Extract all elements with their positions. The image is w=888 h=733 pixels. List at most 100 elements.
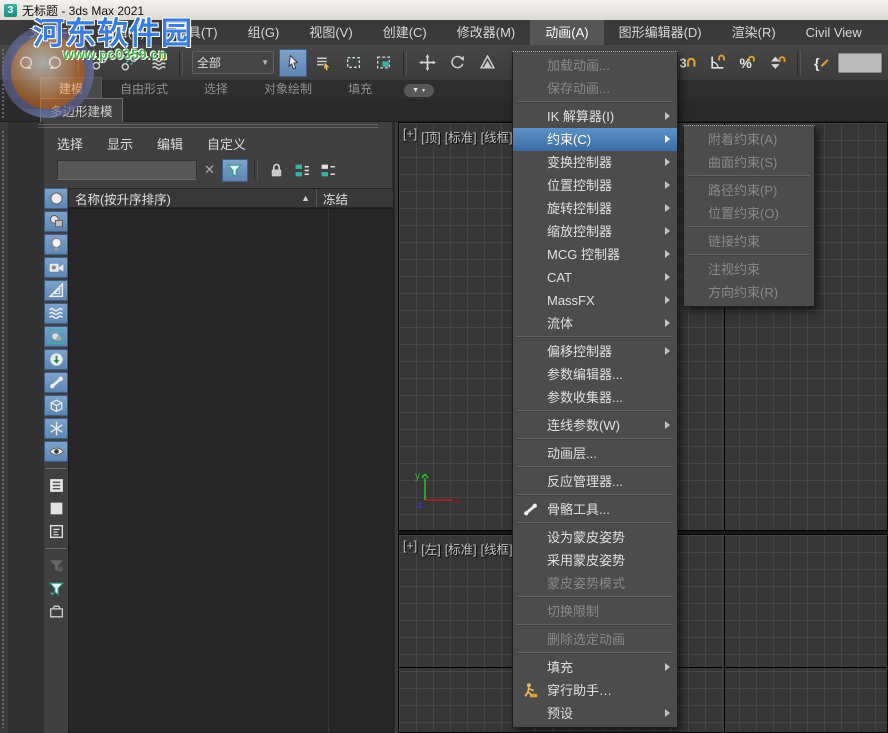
- ribbon-tab-选择[interactable]: 选择: [186, 78, 246, 99]
- menu-item-穿行助手[interactable]: 穿行助手…: [513, 679, 677, 702]
- frozen-column-header[interactable]: 冻结: [317, 189, 393, 207]
- expand-hierarchy-button[interactable]: [290, 159, 316, 182]
- explorer-menu-显示[interactable]: 显示: [107, 134, 133, 153]
- viewport-pov-label[interactable]: [顶]: [421, 127, 440, 146]
- menu-item-采用蒙皮姿势[interactable]: 采用蒙皮姿势: [513, 549, 677, 572]
- display-shapes-button[interactable]: [44, 211, 68, 232]
- menubar-item-视图(V)[interactable]: 视图(V): [294, 20, 367, 45]
- menu-item-变换控制器[interactable]: 变换控制器: [513, 151, 677, 174]
- select-by-name-button[interactable]: [309, 49, 337, 77]
- menu-item-MCG 控制器[interactable]: MCG 控制器: [513, 243, 677, 266]
- menu-item-填充[interactable]: 填充: [513, 656, 677, 679]
- spinner-snap-button[interactable]: [763, 49, 791, 77]
- scene-object-list[interactable]: [68, 208, 394, 733]
- explorer-drag-handle[interactable]: [38, 124, 378, 130]
- name-column-header[interactable]: 名称(按升序排序) ▲: [69, 189, 317, 207]
- menubar-item-动画(A)[interactable]: 动画(A): [530, 20, 603, 45]
- display-visibility-button[interactable]: [44, 441, 68, 462]
- viewport-style-label[interactable]: [标准]: [445, 539, 477, 558]
- search-filter-button[interactable]: [222, 159, 248, 182]
- menubar-item-组(G)[interactable]: 组(G): [233, 20, 295, 45]
- menu-item-IK 解算器(I)[interactable]: IK 解算器(I): [513, 105, 677, 128]
- explorer-menu-编辑[interactable]: 编辑: [157, 134, 183, 153]
- menu-item-旋转控制器[interactable]: 旋转控制器: [513, 197, 677, 220]
- menubar-item-渲染(R)[interactable]: 渲染(R): [717, 20, 791, 45]
- viewport-style-label[interactable]: [标准]: [445, 127, 477, 146]
- ribbon-tab-建模[interactable]: 建模: [40, 77, 102, 99]
- lock-selection-button[interactable]: [264, 159, 290, 182]
- viewport-menu-button[interactable]: [+]: [403, 539, 417, 558]
- view-detail-list-button[interactable]: [44, 521, 68, 542]
- select-and-rotate-button[interactable]: [443, 49, 471, 77]
- ribbon-subtab-多边形建模[interactable]: 多边形建模: [40, 98, 123, 123]
- ribbon-tab-自由形式[interactable]: 自由形式: [102, 78, 186, 99]
- container-view-button[interactable]: [44, 601, 68, 622]
- percent-snap-button[interactable]: %: [733, 49, 761, 77]
- ribbon-grip[interactable]: [1, 83, 6, 119]
- menubar-item-图形编辑器(D)[interactable]: 图形编辑器(D): [604, 20, 717, 45]
- select-and-scale-button[interactable]: [473, 49, 501, 77]
- display-containers-button[interactable]: [44, 395, 68, 416]
- bind-to-space-warp-button[interactable]: [145, 49, 173, 77]
- named-selection-field[interactable]: [838, 53, 882, 73]
- redo-button[interactable]: [41, 49, 69, 77]
- menu-item-参数收集器[interactable]: 参数收集器...: [513, 386, 677, 409]
- display-lights-button[interactable]: [44, 234, 68, 255]
- search-input[interactable]: [57, 160, 197, 180]
- filter-button[interactable]: [44, 578, 68, 599]
- menu-item-连线参数(W)[interactable]: 连线参数(W): [513, 414, 677, 437]
- menubar-item-Civil View[interactable]: Civil View: [791, 20, 877, 45]
- explorer-grip[interactable]: [1, 130, 6, 728]
- display-cameras-button[interactable]: [44, 257, 68, 278]
- undo-button[interactable]: [11, 49, 39, 77]
- ribbon-collapse-button[interactable]: ▼▼: [404, 84, 434, 97]
- angle-snap-button[interactable]: [703, 49, 731, 77]
- menu-item-动画层[interactable]: 动画层...: [513, 442, 677, 465]
- menu-item-骨骼工具[interactable]: 骨骼工具...: [513, 498, 677, 521]
- unlink-selection-button[interactable]: [115, 49, 143, 77]
- display-xrefs-button[interactable]: [44, 349, 68, 370]
- display-groups-button[interactable]: [44, 326, 68, 347]
- explorer-menu-自定义[interactable]: 自定义: [207, 134, 246, 153]
- selection-filter-dropdown[interactable]: 全部▼: [192, 51, 274, 74]
- view-layer-list-button[interactable]: [44, 475, 68, 496]
- display-helpers-button[interactable]: [44, 280, 68, 301]
- view-flat-list-button[interactable]: [44, 498, 68, 519]
- menu-item-预设[interactable]: 预设: [513, 702, 677, 725]
- ribbon-tab-填充[interactable]: 填充: [330, 78, 390, 99]
- clear-search-icon[interactable]: ✕: [204, 162, 215, 178]
- select-object-button[interactable]: [279, 49, 307, 77]
- menu-item-约束(C)[interactable]: 约束(C): [513, 128, 677, 151]
- filter-settings-button[interactable]: [44, 555, 68, 576]
- menu-item-设为蒙皮姿势[interactable]: 设为蒙皮姿势: [513, 526, 677, 549]
- viewport-pov-label[interactable]: [左]: [421, 539, 440, 558]
- display-bones-button[interactable]: [44, 372, 68, 393]
- menu-item-流体[interactable]: 流体: [513, 312, 677, 335]
- menubar-item-创建(C)[interactable]: 创建(C): [368, 20, 442, 45]
- menubar-item-文件(F)[interactable]: 文件(F): [14, 20, 87, 45]
- menu-item-反应管理器[interactable]: 反应管理器...: [513, 470, 677, 493]
- ribbon-tab-对象绘制[interactable]: 对象绘制: [246, 78, 330, 99]
- viewport-menu-button[interactable]: [+]: [403, 127, 417, 146]
- select-and-move-button[interactable]: [413, 49, 441, 77]
- display-geometry-button[interactable]: [44, 188, 68, 209]
- menu-item-位置控制器[interactable]: 位置控制器: [513, 174, 677, 197]
- display-particles-button[interactable]: [44, 418, 68, 439]
- viewport-shading-label[interactable]: [线框]: [481, 539, 513, 558]
- select-and-link-button[interactable]: [85, 49, 113, 77]
- edit-named-selection-sets-button[interactable]: {: [807, 49, 835, 77]
- rect-selection-region-button[interactable]: [339, 49, 367, 77]
- menubar-item-修改器(M)[interactable]: 修改器(M): [442, 20, 531, 45]
- menubar-item-自定义(U)[interactable]: 自定义(U): [877, 20, 888, 45]
- menubar-item-工具(T)[interactable]: 工具(T): [160, 20, 233, 45]
- toolbar-grip[interactable]: [1, 48, 6, 78]
- menu-item-参数编辑器[interactable]: 参数编辑器...: [513, 363, 677, 386]
- menubar-item-编辑(E)[interactable]: 编辑(E): [87, 20, 160, 45]
- menu-item-缩放控制器[interactable]: 缩放控制器: [513, 220, 677, 243]
- window-crossing-button[interactable]: [369, 49, 397, 77]
- menu-item-MassFX[interactable]: MassFX: [513, 289, 677, 312]
- explorer-menu-选择[interactable]: 选择: [57, 134, 83, 153]
- display-space-warps-button[interactable]: [44, 303, 68, 324]
- menu-item-CAT[interactable]: CAT: [513, 266, 677, 289]
- collapse-hierarchy-button[interactable]: [316, 159, 342, 182]
